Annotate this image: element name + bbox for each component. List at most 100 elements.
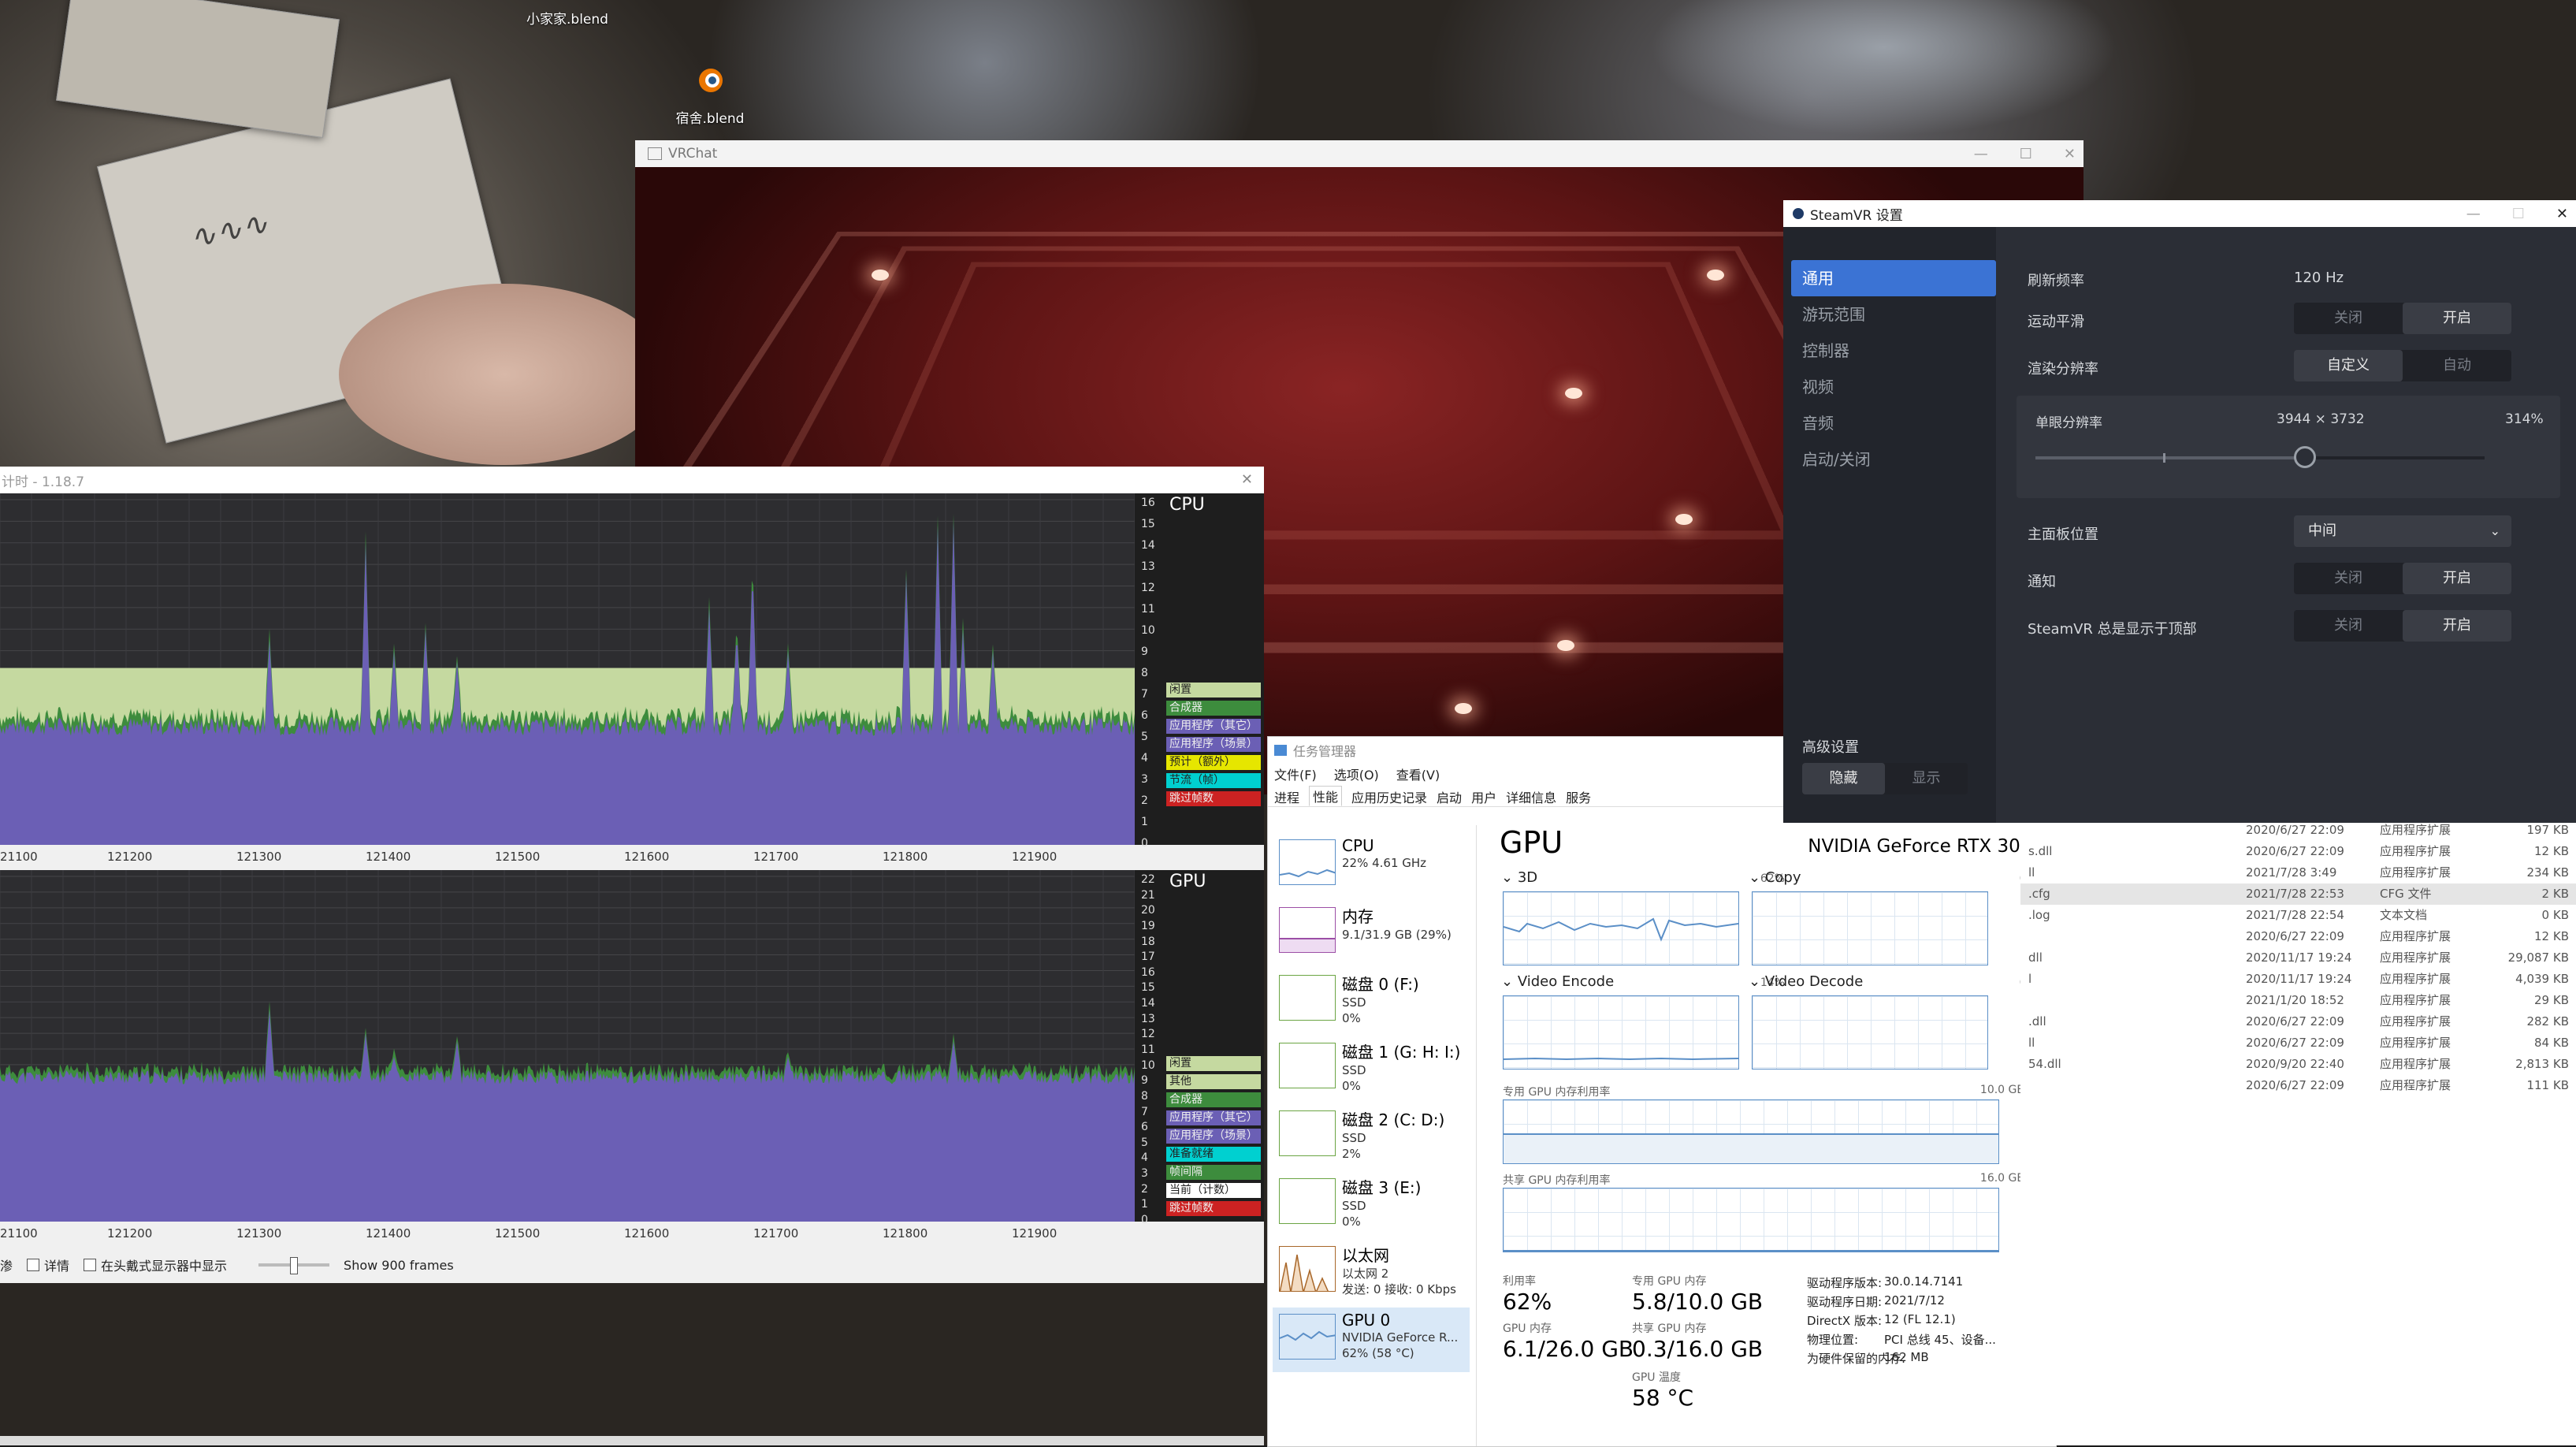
engine-decode-label[interactable]: ⌄ Video Decode xyxy=(1749,973,1863,990)
steamvr-titlebar[interactable]: SteamVR 设置 — ☐ ✕ xyxy=(1783,200,2576,227)
file-row[interactable]: dll 2020/11/17 19:24 应用程序扩展 29,087 KB xyxy=(2020,947,2576,969)
render-custom[interactable]: 自定义 xyxy=(2294,350,2403,381)
perf-item-sub2: 0% xyxy=(1342,1011,1361,1025)
sidebar-item-audio[interactable]: 音频 xyxy=(1791,405,1996,441)
sidebar-item-video[interactable]: 视频 xyxy=(1791,369,1996,405)
maximize-icon[interactable]: ☐ xyxy=(2512,206,2525,222)
file-row[interactable]: s.dll 2020/6/27 22:09 应用程序扩展 12 KB xyxy=(2020,841,2576,862)
cpu-graph[interactable] xyxy=(0,493,1136,846)
sidebar-item-playarea[interactable]: 游玩范围 xyxy=(1791,296,1996,333)
sidebar-item-controllers[interactable]: 控制器 xyxy=(1791,333,1996,369)
sidebar-item-startup[interactable]: 启动/关闭 xyxy=(1791,441,1996,478)
file-row[interactable]: ll 2021/7/28 3:49 应用程序扩展 234 KB xyxy=(2020,862,2576,883)
file-size: 29,087 KB xyxy=(2507,950,2569,965)
file-explorer-window[interactable]: 2020/6/27 22:09 应用程序扩展 197 KB s.dll 2020/6/2… xyxy=(2020,820,2576,1445)
desktop-icon-blend-2[interactable]: 宿舍.blend xyxy=(667,63,753,127)
refresh-value[interactable]: 120 Hz xyxy=(2294,270,2344,286)
ontop-toggle[interactable]: 关闭 开启 xyxy=(2294,610,2511,642)
engine-3d-label[interactable]: ⌄ 3D xyxy=(1501,869,1537,886)
x-tick-label: 121400 xyxy=(366,850,411,864)
ceiling-lamp xyxy=(1455,703,1472,714)
notify-toggle[interactable]: 关闭 开启 xyxy=(2294,563,2511,594)
file-row[interactable]: .log 2021/7/28 22:54 文本文档 0 KB xyxy=(2020,905,2576,926)
gpu-graph[interactable] xyxy=(0,870,1136,1222)
perf-item-disk-1[interactable]: 磁盘 1 (G: H: I:) SSD 0% xyxy=(1273,1036,1470,1101)
advanced-toggle[interactable]: 隐藏 显示 xyxy=(1802,763,1968,794)
steamvr-settings-window[interactable]: SteamVR 设置 — ☐ ✕ 通用 游玩范围 控制器 视频 音频 启动/关闭… xyxy=(1783,200,2576,823)
file-row[interactable]: ll 2020/6/27 22:09 应用程序扩展 84 KB xyxy=(2020,1032,2576,1054)
engine-copy-label[interactable]: ⌄ Copy xyxy=(1749,869,1801,886)
tab-services[interactable]: 服务 xyxy=(1566,787,1591,806)
detail-checkbox[interactable] xyxy=(27,1259,40,1271)
file-row[interactable]: 2020/6/27 22:09 应用程序扩展 197 KB xyxy=(2020,820,2576,841)
engine-encode-chart xyxy=(1503,995,1739,1069)
ontop-off[interactable]: 关闭 xyxy=(2294,610,2403,642)
file-type: 应用程序扩展 xyxy=(2380,972,2451,986)
perf-item-gpu-0[interactable]: GPU 0 NVIDIA GeForce R... 62% (58 °C) xyxy=(1273,1308,1470,1372)
file-row[interactable]: .cfg 2021/7/28 22:53 CFG 文件 2 KB xyxy=(2020,883,2576,905)
engine-encode-label[interactable]: ⌄ Video Encode xyxy=(1501,973,1614,990)
tab-startup[interactable]: 启动 xyxy=(1437,787,1462,806)
menu-file[interactable]: 文件(F) xyxy=(1274,764,1317,783)
gpu-detail-title: GPU xyxy=(1500,825,1563,860)
perf-item-memory[interactable]: 内存 9.1/31.9 GB (29%) xyxy=(1273,901,1470,965)
dashboard-pos-dropdown[interactable]: 中间 ⌄ xyxy=(2294,515,2511,547)
minimize-icon[interactable]: — xyxy=(1974,146,1988,162)
y-tick-label: 19 xyxy=(1141,919,1155,932)
desktop-icon-blend-1[interactable]: 小家家.blend xyxy=(520,0,615,32)
file-name: s.dll xyxy=(2028,844,2053,858)
advanced-show[interactable]: 显示 xyxy=(1885,763,1968,794)
perf-item-ethernet[interactable]: 以太网 以太网 2 发送: 0 接收: 0 Kbps xyxy=(1273,1240,1470,1304)
gpu-graph-canvas xyxy=(0,870,1136,1222)
file-row[interactable]: 54.dll 2020/9/20 22:40 应用程序扩展 2,813 KB xyxy=(2020,1054,2576,1075)
tab-details[interactable]: 详细信息 xyxy=(1506,787,1556,806)
vrchat-titlebar[interactable]: VRChat — ☐ ✕ xyxy=(635,140,2083,167)
render-auto[interactable]: 自动 xyxy=(2403,350,2511,381)
frames-slider-thumb[interactable] xyxy=(290,1257,299,1274)
perf-item-disk-2[interactable]: 磁盘 2 (C: D:) SSD 2% xyxy=(1273,1104,1470,1169)
ontop-on[interactable]: 开启 xyxy=(2403,610,2511,642)
close-icon[interactable]: ✕ xyxy=(2064,146,2076,162)
task-manager-window[interactable]: 任务管理器 文件(F) 选项(O) 查看(V) 进程 性能 应用历史记录 启动 … xyxy=(1267,736,2057,1447)
sidebar-item-general[interactable]: 通用 xyxy=(1791,260,1996,296)
advanced-hide[interactable]: 隐藏 xyxy=(1802,763,1885,794)
motion-on[interactable]: 开启 xyxy=(2403,303,2511,334)
tab-processes[interactable]: 进程 xyxy=(1274,787,1299,806)
maximize-icon[interactable]: ☐ xyxy=(2020,146,2032,162)
file-row[interactable]: 2020/6/27 22:09 应用程序扩展 111 KB xyxy=(2020,1075,2576,1096)
menu-view[interactable]: 查看(V) xyxy=(1396,764,1440,783)
close-icon[interactable]: ✕ xyxy=(1241,471,1253,488)
frame-timing-window[interactable]: 计时 - 1.18.7 ✕ CPU 16 15 14 13 12 11 10 9 8 7 6 5 4 3 2… xyxy=(0,467,1264,1283)
minimize-icon[interactable]: — xyxy=(2466,206,2481,222)
file-row[interactable]: .dll 2020/6/27 22:09 应用程序扩展 282 KB xyxy=(2020,1011,2576,1032)
x-tick-label: 121900 xyxy=(1012,850,1058,864)
tab-app-history[interactable]: 应用历史记录 xyxy=(1351,787,1427,806)
notify-off[interactable]: 关闭 xyxy=(2294,563,2403,594)
per-eye-slider-thumb[interactable] xyxy=(2294,446,2316,468)
file-date: 2020/6/27 22:09 xyxy=(2246,929,2344,943)
close-icon[interactable]: ✕ xyxy=(2556,206,2568,222)
frame-timing-titlebar[interactable]: 计时 - 1.18.7 ✕ xyxy=(0,467,1264,493)
tab-users[interactable]: 用户 xyxy=(1471,787,1496,806)
perf-item-cpu[interactable]: CPU 22% 4.61 GHz xyxy=(1273,833,1470,898)
shared-mem-max: 16.0 GB xyxy=(1979,1172,2024,1185)
util-value: 62% xyxy=(1503,1289,1552,1315)
file-row[interactable]: l 2020/11/17 19:24 应用程序扩展 4,039 KB xyxy=(2020,969,2576,990)
menu-options[interactable]: 选项(O) xyxy=(1334,764,1379,783)
tab-performance[interactable]: 性能 xyxy=(1309,786,1343,806)
motion-smoothing-toggle[interactable]: 关闭 开启 xyxy=(2294,303,2511,334)
perf-item-disk-3[interactable]: 磁盘 3 (E:) SSD 0% xyxy=(1273,1172,1470,1237)
per-eye-slider[interactable] xyxy=(2035,446,2485,468)
notify-on[interactable]: 开启 xyxy=(2403,563,2511,594)
y-tick-label: 12 xyxy=(1141,1028,1155,1041)
y-tick-label: 0 xyxy=(1141,837,1148,850)
file-row[interactable]: 2020/6/27 22:09 应用程序扩展 12 KB xyxy=(2020,926,2576,947)
render-res-toggle[interactable]: 自定义 自动 xyxy=(2294,350,2511,381)
motion-off[interactable]: 关闭 xyxy=(2294,303,2403,334)
x-tick-label: 121700 xyxy=(753,850,799,864)
hmd-checkbox[interactable] xyxy=(84,1259,97,1271)
taskbar xyxy=(0,1436,1264,1445)
file-row[interactable]: 2021/1/20 18:52 应用程序扩展 29 KB xyxy=(2020,990,2576,1011)
perf-item-disk-0[interactable]: 磁盘 0 (F:) SSD 0% xyxy=(1273,969,1470,1033)
frames-slider[interactable] xyxy=(258,1257,330,1274)
